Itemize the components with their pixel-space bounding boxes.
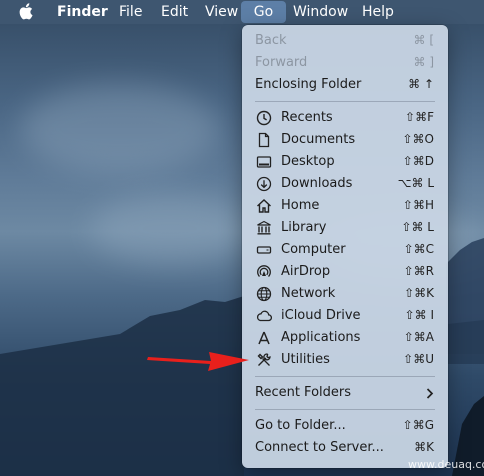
chevron-right-icon — [426, 388, 434, 399]
menubar-view[interactable]: View — [205, 0, 238, 24]
menubar-go[interactable]: Go — [241, 1, 286, 23]
menu-item-forward[interactable]: Forward ⌘ ] — [242, 52, 448, 74]
menu-item-enclosing-folder[interactable]: Enclosing Folder ⌘ ↑ — [242, 74, 448, 96]
home-icon — [257, 199, 271, 213]
library-icon — [257, 220, 271, 235]
menu-separator — [255, 409, 435, 410]
watermark-text: www.deuaq.com — [408, 458, 484, 471]
menu-separator — [255, 101, 435, 102]
menu-item-go-to-folder[interactable]: Go to Folder... ⇧⌘G — [242, 415, 448, 437]
apple-logo-icon[interactable] — [19, 3, 33, 20]
menu-separator — [255, 376, 435, 377]
menu-item-utilities[interactable]: Utilities ⇧⌘U — [242, 349, 448, 371]
menubar-edit[interactable]: Edit — [161, 0, 188, 24]
go-menu-dropdown: Back ⌘ [ Forward ⌘ ] Enclosing Folder ⌘ … — [242, 25, 448, 468]
clock-icon — [256, 110, 272, 126]
red-arrow-annotation — [147, 352, 249, 371]
utilities-tools-icon — [257, 353, 271, 366]
computer-icon — [256, 246, 272, 254]
menu-item-documents[interactable]: Documents ⇧⌘O — [242, 129, 448, 151]
menu-item-back[interactable]: Back ⌘ [ — [242, 30, 448, 52]
menu-item-network[interactable]: Network ⇧⌘K — [242, 283, 448, 305]
menu-item-computer[interactable]: Computer ⇧⌘C — [242, 239, 448, 261]
menu-item-icloud-drive[interactable]: iCloud Drive ⇧⌘ I — [242, 305, 448, 327]
menubar-help[interactable]: Help — [362, 0, 394, 24]
desktop-icon — [256, 156, 272, 168]
network-globe-icon — [256, 286, 272, 302]
menubar-window[interactable]: Window — [293, 0, 348, 24]
menu-item-library[interactable]: Library ⇧⌘ L — [242, 217, 448, 239]
document-icon — [258, 132, 270, 148]
menu-item-airdrop[interactable]: AirDrop ⇧⌘R — [242, 261, 448, 283]
applications-icon — [258, 331, 270, 345]
menubar-finder[interactable]: Finder — [57, 0, 108, 24]
menu-item-downloads[interactable]: Downloads ⌥⌘ L — [242, 173, 448, 195]
menu-item-recent-folders[interactable]: Recent Folders — [242, 382, 448, 404]
arrow-shape — [147, 352, 249, 371]
menu-item-recents[interactable]: Recents ⇧⌘F — [242, 107, 448, 129]
menu-item-applications[interactable]: Applications ⇧⌘A — [242, 327, 448, 349]
menu-item-home[interactable]: Home ⇧⌘H — [242, 195, 448, 217]
menu-item-connect-to-server[interactable]: Connect to Server... ⌘K — [242, 437, 448, 459]
cloud-icon — [256, 310, 272, 322]
menu-item-desktop[interactable]: Desktop ⇧⌘D — [242, 151, 448, 173]
menu-bar: Finder File Edit View Go Window Help — [0, 0, 484, 24]
menubar-file[interactable]: File — [119, 0, 142, 24]
airdrop-icon — [257, 265, 271, 277]
download-icon — [256, 176, 272, 192]
